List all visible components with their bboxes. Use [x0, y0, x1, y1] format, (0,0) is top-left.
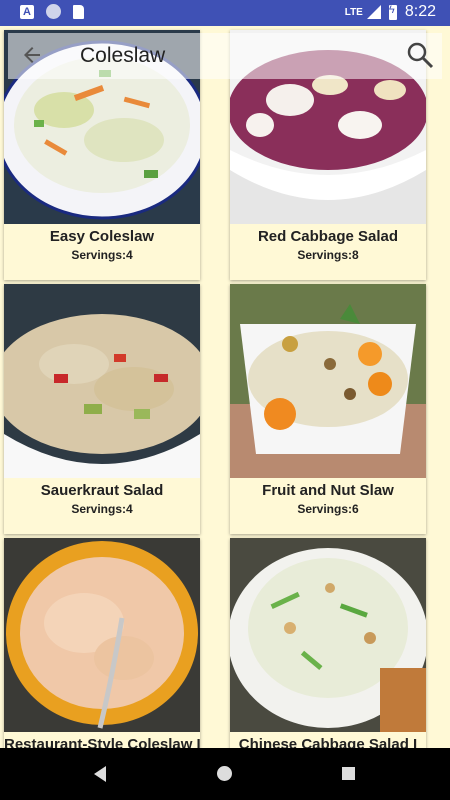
search-icon[interactable] — [406, 41, 434, 69]
recipe-servings: Servings:6 — [297, 502, 359, 516]
nav-back-icon[interactable] — [94, 766, 106, 782]
recipe-grid: Easy Coleslaw Servings:4 Red Cabbage Sal… — [0, 26, 450, 748]
clock: 8:22 — [404, 3, 436, 20]
recipe-title: Red Cabbage Salad — [257, 228, 399, 245]
recipe-title: Fruit and Nut Slaw — [262, 482, 394, 499]
back-arrow-icon[interactable] — [20, 43, 44, 67]
recipe-image-fruit-and-nut-slaw — [230, 284, 426, 478]
recipe-title: Restaurant-Style Coleslaw I — [4, 736, 200, 748]
signal-icon — [366, 5, 381, 19]
recipe-servings: Servings:8 — [297, 248, 359, 262]
navigation-bar — [0, 748, 450, 800]
recipe-image-chinese-cabbage-salad — [230, 538, 426, 732]
recipe-image-restaurant-style-coleslaw — [4, 538, 200, 732]
recipe-card[interactable]: Fruit and Nut Slaw Servings:6 — [230, 284, 426, 534]
recipe-servings: Servings:4 — [71, 248, 133, 262]
network-type: LTE — [344, 6, 363, 18]
recipe-card[interactable]: Chinese Cabbage Salad I — [230, 538, 426, 748]
page-title: Coleslaw — [80, 44, 166, 67]
battery-icon — [388, 4, 397, 20]
sync-icon — [46, 4, 61, 19]
recipe-card[interactable]: Restaurant-Style Coleslaw I — [4, 538, 200, 748]
accessibility-icon: A — [20, 4, 34, 19]
recipe-title: Chinese Cabbage Salad I — [238, 736, 418, 748]
recipe-title: Easy Coleslaw — [49, 228, 155, 245]
sd-card-icon — [73, 4, 84, 19]
recipe-card[interactable]: Sauerkraut Salad Servings:4 — [4, 284, 200, 534]
recipe-image-sauerkraut-salad — [4, 284, 200, 478]
nav-home-icon[interactable] — [217, 766, 232, 781]
recipe-servings: Servings:4 — [71, 502, 133, 516]
recipe-title: Sauerkraut Salad — [40, 482, 164, 499]
nav-recents-icon[interactable] — [342, 767, 355, 780]
status-bar: A LTE 8:22 — [0, 0, 450, 26]
app-toolbar: Coleslaw — [8, 33, 442, 79]
